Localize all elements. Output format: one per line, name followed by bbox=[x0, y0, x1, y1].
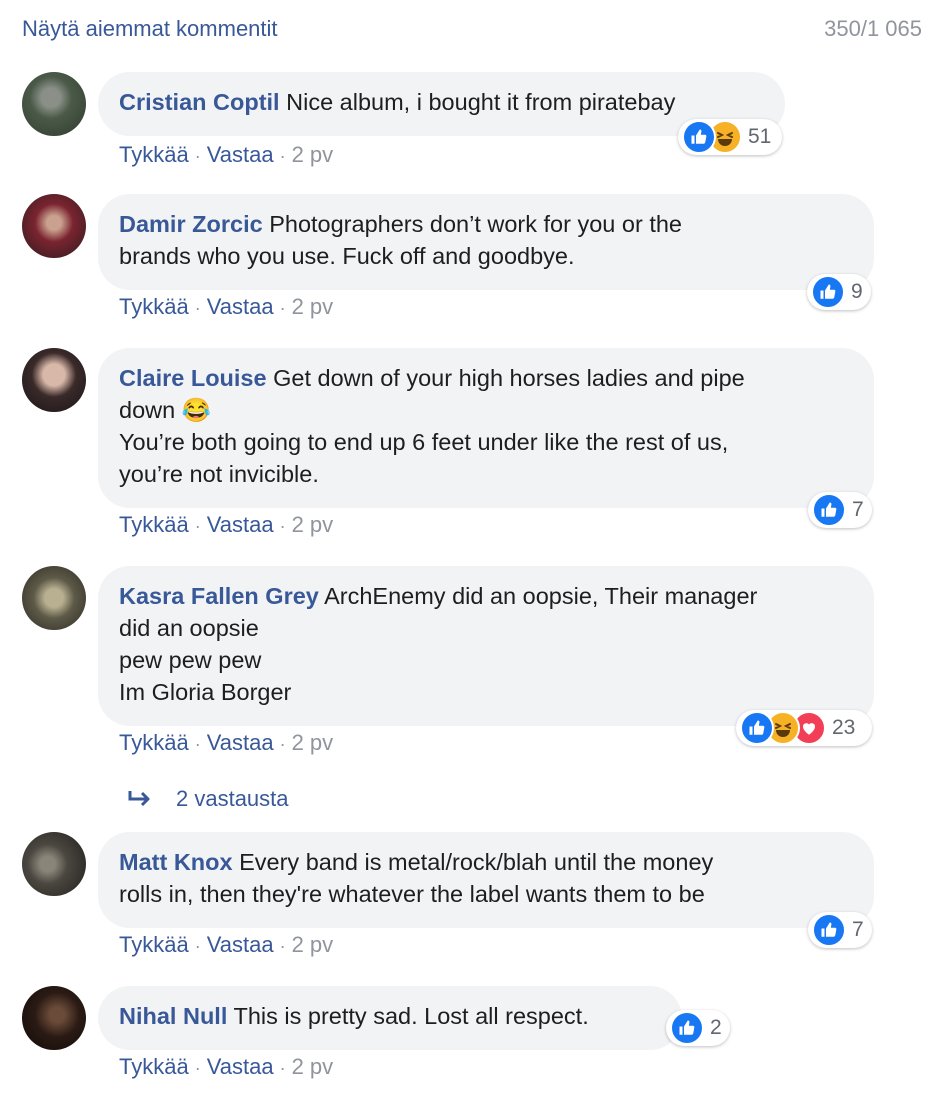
avatar[interactable] bbox=[22, 72, 86, 136]
comment-text: Every band is metal/rock/blah until the … bbox=[239, 849, 714, 875]
reply-link[interactable]: Vastaa bbox=[207, 1054, 274, 1079]
comment-bubble: Damir Zorcic Photographers don’t work fo… bbox=[98, 194, 874, 290]
comment-timestamp[interactable]: 2 pv bbox=[292, 142, 334, 167]
comment-text: This is pretty sad. Lost all respect. bbox=[233, 1003, 589, 1029]
separator: · bbox=[194, 516, 201, 536]
reply-arrow-icon bbox=[128, 791, 150, 807]
comment-actions: Tykkää · Vastaa · 2 pv bbox=[119, 730, 333, 756]
reaction-summary[interactable]: 23 bbox=[736, 710, 872, 746]
reaction-summary[interactable]: 7 bbox=[808, 492, 872, 528]
thumbs-up-icon bbox=[682, 120, 716, 154]
reaction-count: 51 bbox=[748, 125, 772, 148]
comment-text: you’re not invicible. bbox=[119, 461, 319, 487]
avatar[interactable] bbox=[22, 832, 86, 896]
reaction-summary[interactable]: 9 bbox=[807, 274, 871, 310]
separator: · bbox=[194, 734, 201, 754]
view-replies-link[interactable]: 2 vastausta bbox=[126, 786, 289, 812]
thumbs-up-icon bbox=[670, 1011, 704, 1045]
comments-header: Näytä aiemmat kommentit 350/1 065 bbox=[22, 16, 922, 50]
avatar[interactable] bbox=[22, 194, 86, 258]
comment-bubble: Nihal Null This is pretty sad. Lost all … bbox=[98, 986, 682, 1050]
comment-bubble: Kasra Fallen Grey ArchEnemy did an oopsi… bbox=[98, 566, 874, 726]
reaction-summary[interactable]: 2 bbox=[666, 1010, 730, 1046]
comment-author[interactable]: Cristian Coptil bbox=[119, 89, 280, 115]
like-link[interactable]: Tykkää bbox=[119, 932, 189, 957]
thumbs-up-icon bbox=[811, 275, 845, 309]
avatar[interactable] bbox=[22, 348, 86, 412]
comment-counter: 350/1 065 bbox=[824, 16, 922, 41]
comment-text: Im Gloria Borger bbox=[119, 679, 292, 705]
comment-timestamp[interactable]: 2 pv bbox=[292, 512, 334, 537]
comment-text: pew pew pew bbox=[119, 647, 262, 673]
thumbs-up-icon bbox=[812, 913, 846, 947]
like-link[interactable]: Tykkää bbox=[119, 730, 189, 755]
separator: · bbox=[194, 146, 201, 166]
separator: · bbox=[194, 936, 201, 956]
comment-actions: Tykkää · Vastaa · 2 pv bbox=[119, 1054, 333, 1080]
comment-actions: Tykkää · Vastaa · 2 pv bbox=[119, 294, 333, 320]
view-previous-comments-link[interactable]: Näytä aiemmat kommentit bbox=[22, 16, 278, 42]
comment-author[interactable]: Claire Louise bbox=[119, 365, 267, 391]
separator: · bbox=[194, 298, 201, 318]
comment-author[interactable]: Nihal Null bbox=[119, 1003, 227, 1029]
separator: · bbox=[279, 936, 286, 956]
comment-timestamp[interactable]: 2 pv bbox=[292, 294, 334, 319]
comment-bubble: Matt Knox Every band is metal/rock/blah … bbox=[98, 832, 874, 928]
reaction-summary[interactable]: 51 bbox=[678, 119, 782, 155]
thumbs-up-icon bbox=[812, 493, 846, 527]
comment-text: ArchEnemy did an oopsie, Their manager bbox=[324, 583, 758, 609]
reaction-count: 2 bbox=[710, 1016, 722, 1039]
separator: · bbox=[279, 298, 286, 318]
comment-text: brands who you use. Fuck off and goodbye… bbox=[119, 243, 575, 269]
reply-link[interactable]: Vastaa bbox=[207, 512, 274, 537]
comment-text: down 😂 bbox=[119, 397, 211, 423]
comment-actions: Tykkää · Vastaa · 2 pv bbox=[119, 512, 333, 538]
comment-actions: Tykkää · Vastaa · 2 pv bbox=[119, 142, 333, 168]
comment-author[interactable]: Damir Zorcic bbox=[119, 211, 263, 237]
separator: · bbox=[279, 1058, 286, 1078]
replies-count-label: 2 vastausta bbox=[176, 786, 289, 811]
comment-actions: Tykkää · Vastaa · 2 pv bbox=[119, 932, 333, 958]
like-link[interactable]: Tykkää bbox=[119, 294, 189, 319]
separator: · bbox=[279, 516, 286, 536]
separator: · bbox=[279, 734, 286, 754]
reaction-count: 7 bbox=[852, 498, 864, 521]
avatar[interactable] bbox=[22, 566, 86, 630]
like-link[interactable]: Tykkää bbox=[119, 142, 189, 167]
reply-link[interactable]: Vastaa bbox=[207, 294, 274, 319]
reaction-summary[interactable]: 7 bbox=[808, 912, 872, 948]
like-link[interactable]: Tykkää bbox=[119, 512, 189, 537]
thumbs-up-icon bbox=[740, 711, 774, 745]
reaction-count: 23 bbox=[832, 716, 856, 739]
comment-text: Get down of your high horses ladies and … bbox=[273, 365, 745, 391]
reaction-count: 9 bbox=[851, 280, 863, 303]
avatar[interactable] bbox=[22, 986, 86, 1050]
reply-link[interactable]: Vastaa bbox=[207, 142, 274, 167]
comment-timestamp[interactable]: 2 pv bbox=[292, 730, 334, 755]
comment-text: Nice album, i bought it from piratebay bbox=[286, 89, 676, 115]
separator: · bbox=[194, 1058, 201, 1078]
like-link[interactable]: Tykkää bbox=[119, 1054, 189, 1079]
comment-text: You’re both going to end up 6 feet under… bbox=[119, 429, 729, 455]
reply-link[interactable]: Vastaa bbox=[207, 730, 274, 755]
comment-author[interactable]: Kasra Fallen Grey bbox=[119, 583, 319, 609]
comment-text: rolls in, then they're whatever the labe… bbox=[119, 881, 705, 907]
comment-bubble: Claire Louise Get down of your high hors… bbox=[98, 348, 874, 508]
separator: · bbox=[279, 146, 286, 166]
comment-text: did an oopsie bbox=[119, 615, 259, 641]
comment-timestamp[interactable]: 2 pv bbox=[292, 1054, 334, 1079]
comment-timestamp[interactable]: 2 pv bbox=[292, 932, 334, 957]
comment-author[interactable]: Matt Knox bbox=[119, 849, 233, 875]
comment-text: Photographers don’t work for you or the bbox=[269, 211, 682, 237]
reaction-count: 7 bbox=[852, 918, 864, 941]
reply-link[interactable]: Vastaa bbox=[207, 932, 274, 957]
